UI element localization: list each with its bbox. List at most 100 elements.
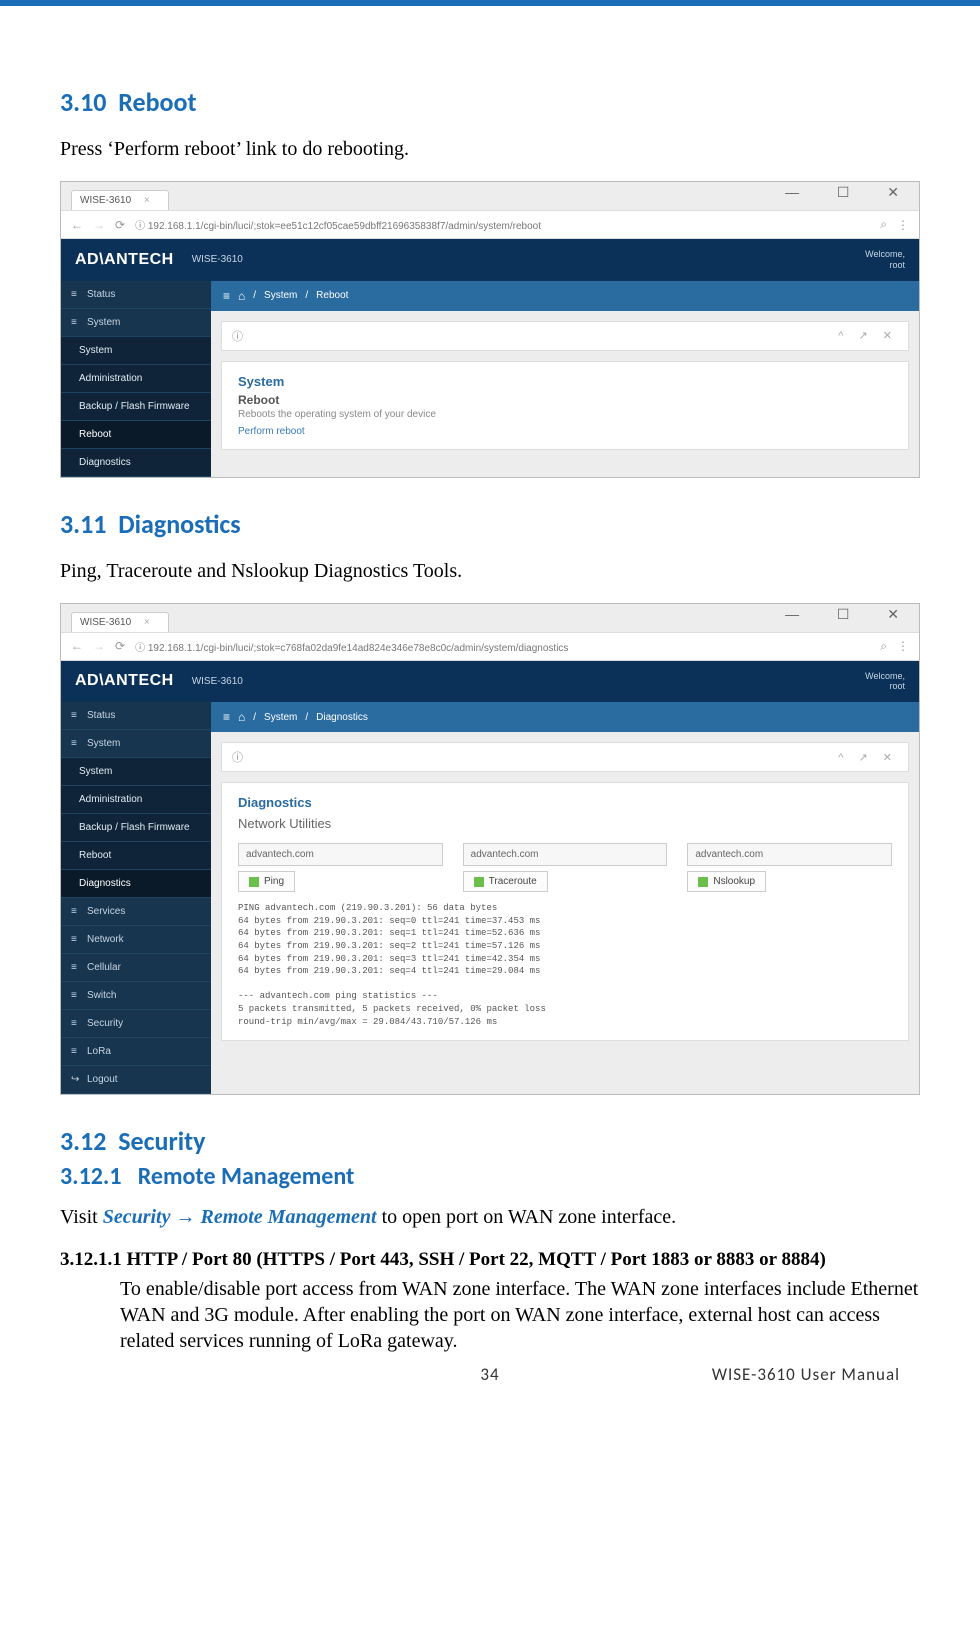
sidebar-item-logout[interactable]: ↪Logout (61, 1066, 211, 1094)
perform-reboot-link[interactable]: Perform reboot (238, 426, 892, 437)
menu-icon (71, 990, 81, 1001)
menu-icon (71, 934, 81, 945)
sidebar: Status System System Administration Back… (61, 702, 211, 1094)
info-icon (232, 328, 249, 344)
sidebar-sub-admin[interactable]: Administration (61, 365, 211, 393)
tab-close-icon[interactable]: × (144, 617, 150, 628)
sidebar-item-system[interactable]: System (61, 730, 211, 758)
menu-dots-icon[interactable]: ⋮ (897, 639, 909, 653)
panel-controls[interactable]: ^ ↗ ✕ (838, 751, 898, 764)
tab-close-icon[interactable]: × (144, 195, 150, 206)
heading-title: Security (118, 1125, 205, 1157)
browser-tab[interactable]: WISE-3610 × (71, 190, 169, 210)
square-icon (249, 877, 259, 887)
window-controls[interactable]: — ☐ ✕ (785, 606, 909, 623)
sidebar-sub-flash[interactable]: Backup / Flash Firmware (61, 393, 211, 421)
breadcrumb-1[interactable]: System (264, 290, 297, 301)
sidebar-sub-reboot[interactable]: Reboot (61, 842, 211, 870)
traceroute-host-input[interactable] (463, 843, 668, 866)
sidebar-item-status[interactable]: Status (61, 702, 211, 730)
para-3-11: Ping, Traceroute and Nslookup Diagnostic… (60, 560, 920, 583)
forward-icon[interactable]: → (93, 639, 105, 653)
breadcrumb: / System / Diagnostics (211, 702, 919, 732)
nslookup-button[interactable]: Nslookup (687, 871, 766, 892)
nslookup-host-input[interactable] (687, 843, 892, 866)
menu-icon (71, 962, 81, 973)
window-controls[interactable]: — ☐ ✕ (785, 184, 909, 201)
sidebar-sub-flash[interactable]: Backup / Flash Firmware (61, 814, 211, 842)
sidebar-item-cellular[interactable]: Cellular (61, 954, 211, 982)
page-footer: 34 WISE-3610 User Manual (60, 1364, 920, 1385)
address-bar: ← → ⟳ ⓘ 192.168.1.1/cgi-bin/luci/;stok=c… (61, 632, 919, 661)
breadcrumb-1[interactable]: System (264, 712, 297, 723)
heading-title: Reboot (118, 86, 196, 118)
tab-title: WISE-3610 (80, 195, 131, 206)
menu-icon (71, 289, 81, 300)
heading-title: Remote Management (138, 1162, 355, 1191)
breadcrumb-2: Diagnostics (316, 712, 368, 723)
logout-icon: ↪ (71, 1074, 81, 1085)
breadcrumb-menu-icon[interactable] (223, 289, 230, 303)
url-text[interactable]: ⓘ 192.168.1.1/cgi-bin/luci/;stok=ee51c12… (135, 217, 870, 232)
menu-icon (71, 1046, 81, 1057)
content-area: / System / Reboot ^ ↗ ✕ System Reboot Re… (211, 281, 919, 477)
breadcrumb-home-icon[interactable] (238, 289, 245, 303)
panel-section: Network Utilities (238, 816, 892, 831)
sidebar-sub-reboot[interactable]: Reboot (61, 421, 211, 449)
app-header: AD\ANTECH WISE-3610 Welcome, root (61, 239, 919, 281)
sidebar-sub-diag[interactable]: Diagnostics (61, 449, 211, 477)
sidebar-item-switch[interactable]: Switch (61, 982, 211, 1010)
content-area: / System / Diagnostics ^ ↗ ✕ Diagnostics… (211, 702, 919, 1094)
ping-host-input[interactable] (238, 843, 443, 866)
advantech-logo: AD\ANTECH (75, 672, 174, 690)
heading-3-11: 3.11 Diagnostics (60, 508, 920, 540)
ping-button[interactable]: Ping (238, 871, 295, 892)
panel-controls[interactable]: ^ ↗ ✕ (838, 329, 898, 342)
breadcrumb-menu-icon[interactable] (223, 710, 230, 724)
welcome-text: Welcome, root (865, 249, 905, 271)
screenshot-reboot: — ☐ ✕ WISE-3610 × ← → ⟳ ⓘ 192.168.1.1/cg… (60, 181, 920, 478)
traceroute-button[interactable]: Traceroute (463, 871, 548, 892)
ping-output: PING advantech.com (219.90.3.201): 56 da… (238, 902, 892, 1028)
translate-icon[interactable]: ⌕ (880, 217, 887, 232)
screenshot-diagnostics: — ☐ ✕ WISE-3610 × ← → ⟳ ⓘ 192.168.1.1/cg… (60, 603, 920, 1096)
para-3-10: Press ‘Perform reboot’ link to do reboot… (60, 138, 920, 161)
reload-icon[interactable]: ⟳ (115, 218, 125, 232)
forward-icon[interactable]: → (93, 218, 105, 232)
sidebar-sub-system[interactable]: System (61, 337, 211, 365)
heading-num: 3.10 (60, 86, 106, 118)
menu-icon (71, 738, 81, 749)
sidebar-sub-admin[interactable]: Administration (61, 786, 211, 814)
welcome-text: Welcome, root (865, 671, 905, 693)
sidebar: Status System System Administration Back… (61, 281, 211, 477)
address-bar: ← → ⟳ ⓘ 192.168.1.1/cgi-bin/luci/;stok=e… (61, 210, 919, 239)
breadcrumb-home-icon[interactable] (238, 710, 245, 724)
menu-icon (71, 1018, 81, 1029)
reload-icon[interactable]: ⟳ (115, 639, 125, 653)
sidebar-sub-system[interactable]: System (61, 758, 211, 786)
back-icon[interactable]: ← (71, 639, 83, 653)
diagnostics-panel: Diagnostics Network Utilities Ping Trace… (221, 782, 909, 1041)
sidebar-item-security[interactable]: Security (61, 1010, 211, 1038)
sidebar-item-status[interactable]: Status (61, 281, 211, 309)
nav-path: Security → Remote Management (103, 1206, 377, 1228)
sidebar-item-system[interactable]: System (61, 309, 211, 337)
translate-icon[interactable]: ⌕ (880, 639, 887, 654)
breadcrumb: / System / Reboot (211, 281, 919, 311)
sidebar-sub-diag[interactable]: Diagnostics (61, 870, 211, 898)
sidebar-item-lora[interactable]: LoRa (61, 1038, 211, 1066)
square-icon (698, 877, 708, 887)
tab-title: WISE-3610 (80, 617, 131, 628)
heading-num: 3.12.1 (60, 1162, 121, 1191)
info-icon (232, 749, 249, 765)
browser-tab[interactable]: WISE-3610 × (71, 612, 169, 632)
panel-title: System (238, 374, 892, 389)
url-text[interactable]: ⓘ 192.168.1.1/cgi-bin/luci/;stok=c768fa0… (135, 639, 870, 654)
menu-icon (71, 906, 81, 917)
panel-subtitle: Reboot (238, 393, 892, 407)
heading-3-12: 3.12 Security (60, 1125, 920, 1157)
menu-dots-icon[interactable]: ⋮ (897, 218, 909, 232)
back-icon[interactable]: ← (71, 218, 83, 232)
sidebar-item-network[interactable]: Network (61, 926, 211, 954)
sidebar-item-services[interactable]: Services (61, 898, 211, 926)
